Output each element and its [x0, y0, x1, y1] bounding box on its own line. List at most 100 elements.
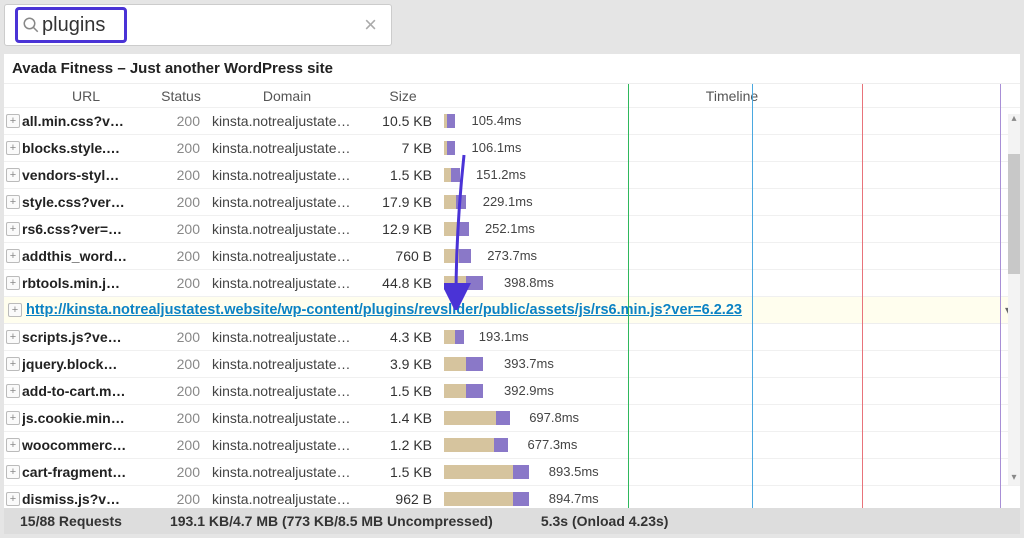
url-cell[interactable]: rbtools.min.j… — [22, 275, 150, 291]
expand-icon[interactable]: + — [6, 492, 20, 506]
url-cell[interactable]: jquery.block… — [22, 356, 150, 372]
col-url[interactable]: URL — [22, 88, 150, 104]
timeline-label: 105.4ms — [472, 113, 522, 128]
timeline-cell: 893.5ms — [444, 459, 1020, 485]
table-row[interactable]: +style.css?ver…200kinsta.notrealjustate…… — [4, 189, 1020, 216]
expand-icon[interactable]: + — [8, 303, 22, 317]
timeline-label: 151.2ms — [476, 167, 526, 182]
domain-cell: kinsta.notrealjustate… — [212, 140, 362, 156]
domain-cell: kinsta.notrealjustate… — [212, 221, 362, 237]
table-row[interactable]: +add-to-cart.m…200kinsta.notrealjustate…… — [4, 378, 1020, 405]
timeline-label: 106.1ms — [472, 140, 522, 155]
search-input[interactable] — [42, 14, 120, 37]
col-status[interactable]: Status — [150, 88, 212, 104]
url-cell[interactable]: scripts.js?ve… — [22, 329, 150, 345]
domain-cell: kinsta.notrealjustate… — [212, 329, 362, 345]
expand-icon[interactable]: + — [6, 411, 20, 425]
timeline-label: 398.8ms — [504, 275, 554, 290]
domain-cell: kinsta.notrealjustate… — [212, 383, 362, 399]
expand-icon[interactable]: + — [6, 195, 20, 209]
summary-bar: 15/88 Requests 193.1 KB/4.7 MB (773 KB/8… — [4, 508, 1020, 534]
summary-time: 5.3s (Onload 4.23s) — [541, 513, 669, 529]
size-cell: 760 B — [362, 248, 444, 264]
timeline-label: 229.1ms — [483, 194, 533, 209]
expand-icon[interactable]: + — [6, 357, 20, 371]
status-cell: 200 — [150, 464, 212, 480]
url-cell[interactable]: woocommerc… — [22, 437, 150, 453]
table-row[interactable]: +woocommerc…200kinsta.notrealjustate…1.2… — [4, 432, 1020, 459]
size-cell: 1.4 KB — [362, 410, 444, 426]
expand-icon[interactable]: + — [6, 222, 20, 236]
expand-icon[interactable]: + — [6, 168, 20, 182]
table-row[interactable]: +all.min.css?v…200kinsta.notrealjustate…… — [4, 108, 1020, 135]
table-row[interactable]: +blocks.style.…200kinsta.notrealjustate…… — [4, 135, 1020, 162]
table-row[interactable]: +rs6.css?ver=…200kinsta.notrealjustate…1… — [4, 216, 1020, 243]
expand-icon[interactable]: + — [6, 249, 20, 263]
timeline-cell: 398.8ms — [444, 270, 1020, 296]
col-timeline[interactable]: Timeline — [444, 88, 1020, 104]
selected-request-row[interactable]: + http://kinsta.notrealjustatest.website… — [4, 297, 1020, 324]
status-cell: 200 — [150, 275, 212, 291]
status-cell: 200 — [150, 167, 212, 183]
timeline-cell: 252.1ms — [444, 216, 1020, 242]
search-icon — [22, 16, 40, 34]
expand-icon[interactable]: + — [6, 141, 20, 155]
timeline-label: 697.8ms — [529, 410, 579, 425]
url-cell[interactable]: style.css?ver… — [22, 194, 150, 210]
status-cell: 200 — [150, 194, 212, 210]
size-cell: 44.8 KB — [362, 275, 444, 291]
url-cell[interactable]: addthis_word… — [22, 248, 150, 264]
size-cell: 1.5 KB — [362, 464, 444, 480]
scroll-up-icon[interactable]: ▴ — [1008, 114, 1020, 126]
selected-url-link[interactable]: http://kinsta.notrealjustatest.website/w… — [26, 302, 742, 318]
domain-cell: kinsta.notrealjustate… — [212, 437, 362, 453]
table-row[interactable]: +rbtools.min.j…200kinsta.notrealjustate…… — [4, 270, 1020, 297]
timeline-label: 677.3ms — [528, 437, 578, 452]
status-cell: 200 — [150, 248, 212, 264]
search-bar[interactable]: × — [4, 4, 392, 46]
expand-icon[interactable]: + — [6, 384, 20, 398]
url-cell[interactable]: all.min.css?v… — [22, 113, 150, 129]
timeline-label: 893.5ms — [549, 464, 599, 479]
table-row[interactable]: +jquery.block…200kinsta.notrealjustate…3… — [4, 351, 1020, 378]
expand-icon[interactable]: + — [6, 465, 20, 479]
timeline-cell: 229.1ms — [444, 189, 1020, 215]
status-cell: 200 — [150, 140, 212, 156]
waterfall-panel: Avada Fitness – Just another WordPress s… — [4, 54, 1020, 513]
col-domain[interactable]: Domain — [212, 88, 362, 104]
status-cell: 200 — [150, 437, 212, 453]
size-cell: 10.5 KB — [362, 113, 444, 129]
expand-icon[interactable]: + — [6, 330, 20, 344]
status-cell: 200 — [150, 113, 212, 129]
table-row[interactable]: +js.cookie.min…200kinsta.notrealjustate…… — [4, 405, 1020, 432]
table-row[interactable]: +cart-fragment…200kinsta.notrealjustate…… — [4, 459, 1020, 486]
url-cell[interactable]: js.cookie.min… — [22, 410, 150, 426]
domain-cell: kinsta.notrealjustate… — [212, 356, 362, 372]
table-row[interactable]: +vendors-styl…200kinsta.notrealjustate… 1… — [4, 162, 1020, 189]
url-cell[interactable]: add-to-cart.m… — [22, 383, 150, 399]
search-icon-box — [15, 7, 127, 43]
end-line — [1000, 84, 1001, 510]
domain-cell: kinsta.notrealjustate… — [212, 167, 362, 183]
timeline-label: 273.7ms — [487, 248, 537, 263]
expand-icon[interactable]: + — [6, 438, 20, 452]
expand-icon[interactable]: + — [6, 276, 20, 290]
size-cell: 12.9 KB — [362, 221, 444, 237]
url-cell[interactable]: vendors-styl… — [22, 167, 150, 183]
table-row[interactable]: +scripts.js?ve…200kinsta.notrealjustate…… — [4, 324, 1020, 351]
domain-cell: kinsta.notrealjustate… — [212, 410, 362, 426]
summary-requests: 15/88 Requests — [20, 513, 122, 529]
url-cell[interactable]: dismiss.js?v… — [22, 491, 150, 507]
table-row[interactable]: +addthis_word…200kinsta.notrealjustate…7… — [4, 243, 1020, 270]
status-cell: 200 — [150, 410, 212, 426]
expand-icon[interactable]: + — [6, 114, 20, 128]
url-cell[interactable]: blocks.style.… — [22, 140, 150, 156]
timeline-label: 894.7ms — [549, 491, 599, 506]
url-cell[interactable]: cart-fragment… — [22, 464, 150, 480]
scroll-down-icon[interactable]: ▾ — [1008, 473, 1020, 485]
url-cell[interactable]: rs6.css?ver=… — [22, 221, 150, 237]
clear-search-icon[interactable]: × — [360, 12, 381, 38]
vertical-scrollbar[interactable]: ▴ ▾ — [1008, 114, 1020, 485]
col-size[interactable]: Size — [362, 88, 444, 104]
scroll-thumb[interactable] — [1008, 154, 1020, 274]
